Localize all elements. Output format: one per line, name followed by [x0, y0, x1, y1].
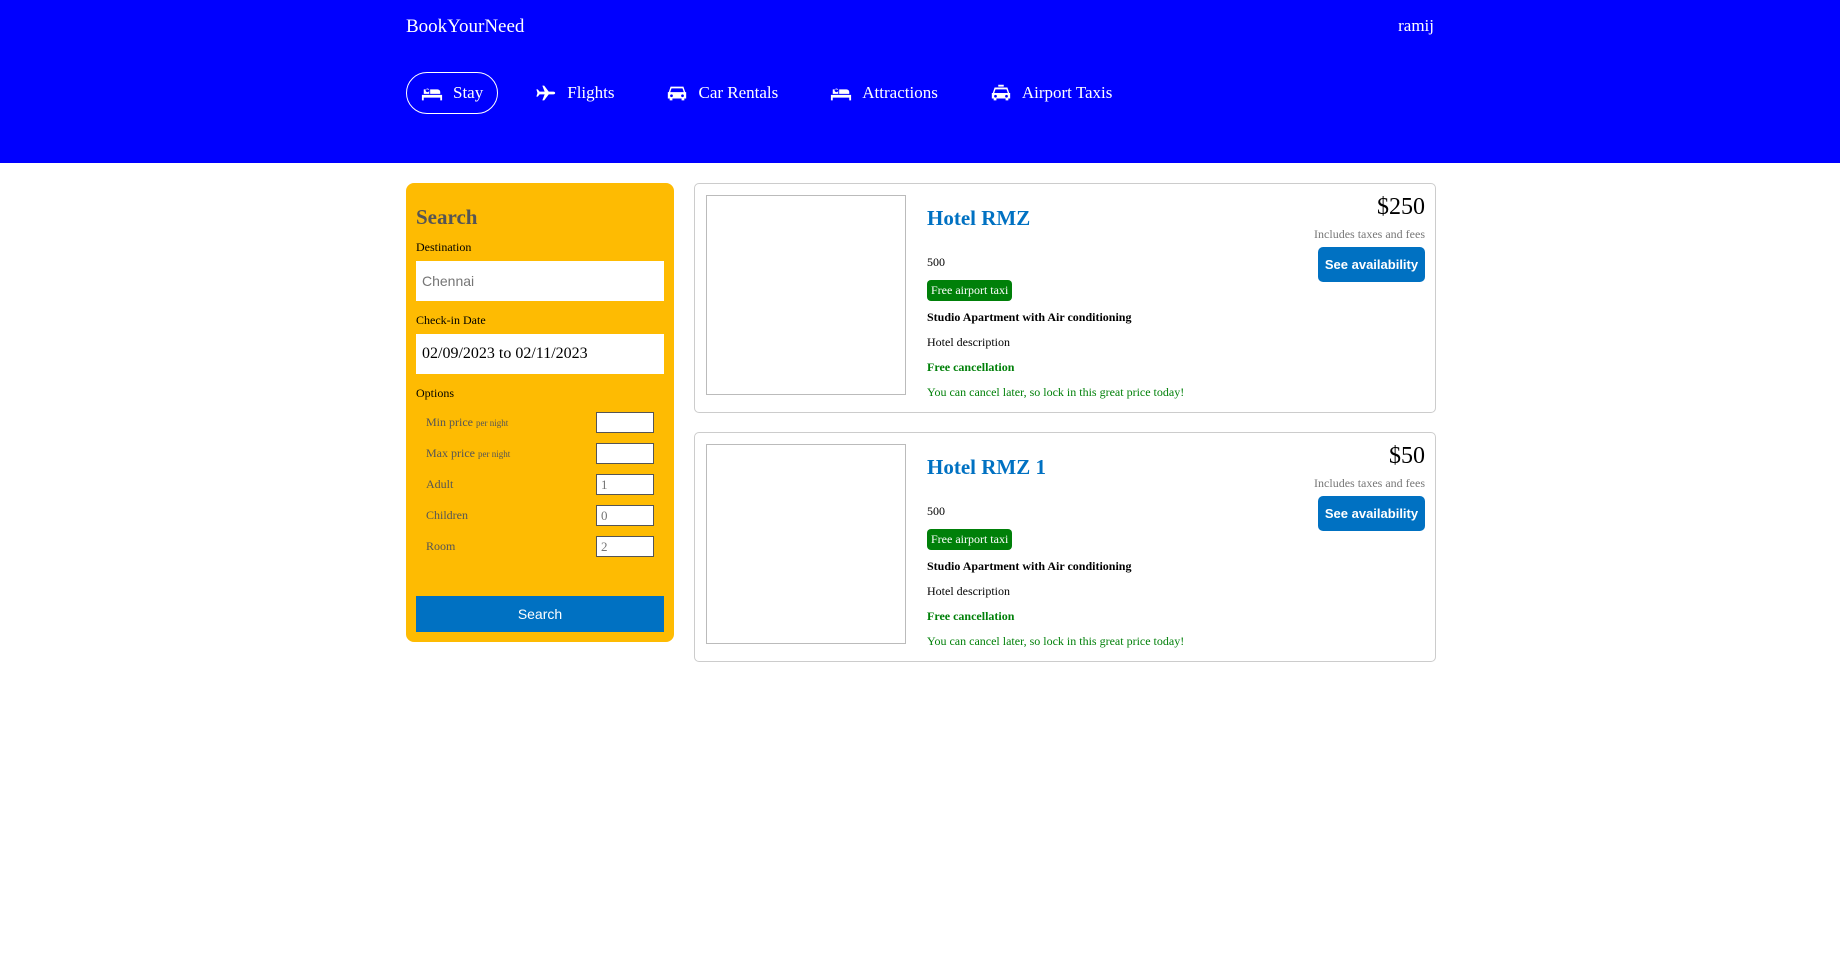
tax-note: Includes taxes and fees: [1314, 227, 1425, 241]
user-name[interactable]: ramij: [1398, 16, 1434, 36]
bed-icon: [831, 86, 852, 101]
date-range-field[interactable]: 02/09/2023 to 02/11/2023: [416, 334, 664, 374]
options-list: Min price per night Max price per night …: [416, 407, 664, 562]
cancel-option: Free cancellation: [927, 360, 1015, 374]
adult-input[interactable]: [596, 474, 654, 495]
checkin-label: Check-in Date: [416, 313, 486, 327]
cancel-subtitle: You can cancel later, so lock in this gr…: [927, 385, 1185, 399]
plane-icon: [536, 85, 556, 101]
destination-label: Destination: [416, 240, 472, 254]
bed-icon: [421, 86, 443, 101]
hotel-image: [706, 195, 906, 395]
nav-item-attractions[interactable]: Attractions: [815, 72, 953, 114]
max-price-input[interactable]: [596, 443, 654, 464]
result-card: Hotel RMZ 1 500 Free airport taxi Studio…: [694, 432, 1436, 662]
max-price-label: Max price per night: [426, 446, 510, 461]
search-panel: Search Destination Check-in Date 02/09/2…: [406, 183, 674, 642]
option-max-price: Max price per night: [426, 438, 654, 469]
hotel-distance: 500: [927, 255, 945, 269]
adult-label: Adult: [426, 477, 454, 491]
taxi-badge: Free airport taxi: [927, 280, 1013, 301]
nav-label: Attractions: [862, 83, 938, 102]
nav-item-stay[interactable]: Stay: [406, 72, 499, 114]
option-min-price: Min price per night: [426, 407, 654, 438]
destination-input[interactable]: [416, 261, 664, 301]
per-night-text: per night: [476, 418, 509, 428]
min-price-input[interactable]: [596, 412, 654, 433]
hotel-price: $250: [1377, 194, 1425, 220]
nav-label: Car Rentals: [698, 83, 779, 102]
hotel-subtitle: Studio Apartment with Air conditioning: [927, 310, 1132, 324]
hotel-description: Hotel description: [927, 335, 1010, 349]
children-input[interactable]: [596, 505, 654, 526]
hotel-name[interactable]: Hotel RMZ: [927, 206, 1030, 231]
hotel-name[interactable]: Hotel RMZ 1: [927, 455, 1046, 480]
max-price-text: Max price: [426, 446, 475, 460]
nav-bar: Stay Flights Car Rentals Attractions Air…: [406, 72, 1127, 114]
nav-item-car-rentals[interactable]: Car Rentals: [651, 72, 793, 114]
header: BookYourNeed ramij Stay Flights Car Rent…: [0, 0, 1840, 163]
per-night-text: per night: [477, 449, 511, 459]
hotel-subtitle: Studio Apartment with Air conditioning: [927, 559, 1132, 573]
children-label: Children: [426, 508, 468, 522]
see-availability-button[interactable]: See availability: [1318, 496, 1425, 531]
tax-note: Includes taxes and fees: [1314, 476, 1425, 490]
result-card: Hotel RMZ 500 Free airport taxi Studio A…: [694, 183, 1436, 413]
nav-label: Airport Taxis: [1021, 83, 1113, 102]
brand-logo[interactable]: BookYourNeed: [406, 16, 524, 38]
search-title: Search: [416, 205, 478, 229]
hotel-description: Hotel description: [927, 584, 1010, 598]
see-availability-button[interactable]: See availability: [1318, 247, 1425, 282]
room-input[interactable]: [596, 536, 654, 557]
hotel-image: [706, 444, 906, 644]
hotel-price: $50: [1389, 443, 1425, 469]
cancel-subtitle: You can cancel later, so lock in this gr…: [927, 634, 1185, 648]
option-adult: Adult: [426, 469, 654, 500]
car-icon: [668, 86, 687, 101]
option-children: Children: [426, 500, 654, 531]
options-label: Options: [416, 386, 455, 400]
taxi-icon: [991, 84, 1010, 101]
cancel-option: Free cancellation: [927, 609, 1015, 623]
nav-label: Flights: [567, 83, 615, 102]
taxi-badge: Free airport taxi: [927, 529, 1013, 550]
search-button[interactable]: Search: [416, 596, 664, 632]
hotel-distance: 500: [927, 504, 945, 518]
nav-item-flights[interactable]: Flights: [520, 72, 629, 114]
option-room: Room: [426, 531, 654, 562]
min-price-text: Min price: [426, 415, 473, 429]
room-label: Room: [426, 539, 456, 553]
nav-item-airport-taxis[interactable]: Airport Taxis: [975, 72, 1128, 114]
nav-label: Stay: [453, 83, 484, 102]
min-price-label: Min price per night: [426, 415, 508, 430]
